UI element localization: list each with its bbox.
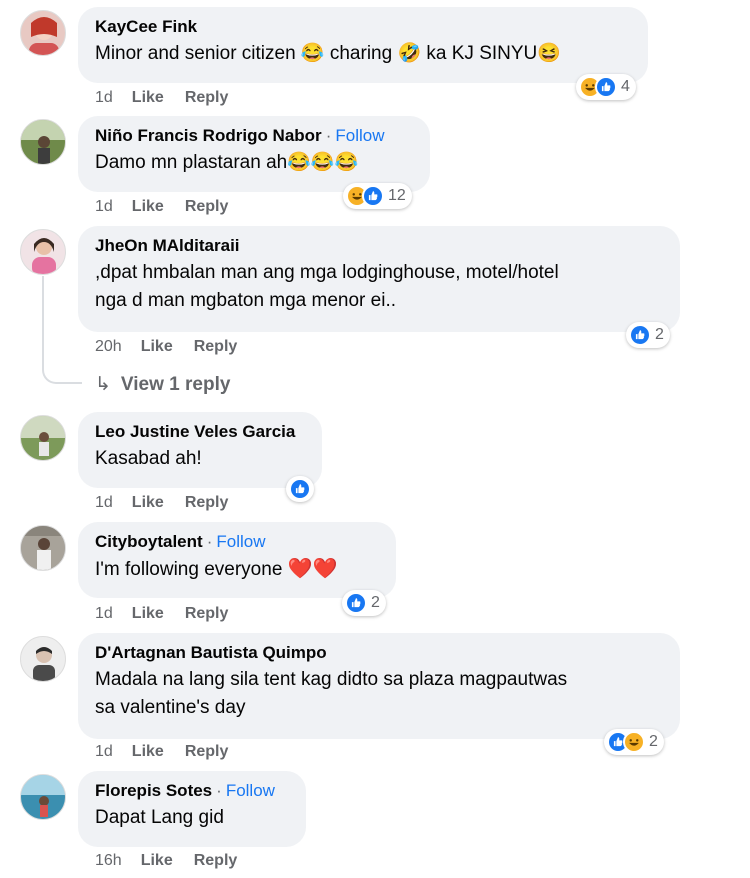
like-button[interactable]: Like bbox=[132, 494, 164, 511]
avatar[interactable] bbox=[20, 525, 66, 571]
reaction-summary[interactable]: 4 bbox=[576, 74, 636, 100]
comment-text: Dapat Lang gid bbox=[95, 807, 224, 828]
commenter-name[interactable]: Leo Justine Veles Garcia bbox=[95, 421, 305, 442]
follow-button[interactable]: Follow bbox=[226, 781, 275, 800]
comment-bubble: Niño Francis Rodrigo Nabor · Follow Damo m… bbox=[78, 116, 430, 192]
reply-button[interactable]: Reply bbox=[194, 852, 238, 869]
comment-time[interactable]: 16h bbox=[95, 852, 122, 869]
follow-button[interactable]: Follow bbox=[335, 126, 384, 145]
comment-text-line-1: Madala na lang sila tent kag didto sa pl… bbox=[95, 669, 568, 690]
reaction-count: 4 bbox=[621, 78, 630, 95]
reaction-count: 12 bbox=[388, 187, 406, 204]
view-replies-link[interactable]: ↳ View 1 reply bbox=[95, 373, 230, 396]
commenter-header: Niño Francis Rodrigo Nabor · Follow bbox=[95, 125, 413, 146]
comment-actions: 16h Like Reply bbox=[95, 852, 237, 870]
reaction-summary[interactable]: 12 bbox=[343, 183, 412, 209]
comment-text-line-2: sa valentine's day bbox=[95, 697, 246, 718]
comment-actions: 1d Like Reply bbox=[95, 605, 228, 623]
commenter-header: Florepis Sotes · Follow bbox=[95, 780, 289, 801]
avatar[interactable] bbox=[20, 774, 66, 820]
commenter-name[interactable]: Niño Francis Rodrigo Nabor bbox=[95, 126, 322, 145]
reply-button[interactable]: Reply bbox=[185, 198, 229, 215]
follow-button[interactable]: Follow bbox=[216, 532, 265, 551]
comment-actions: 1d Like Reply bbox=[95, 198, 228, 216]
comment-text: I'm following everyone ❤️❤️ bbox=[95, 555, 379, 584]
reply-arrow-icon: ↳ bbox=[95, 374, 111, 395]
commenter-name[interactable]: Cityboytalent bbox=[95, 532, 203, 551]
like-button[interactable]: Like bbox=[141, 852, 173, 869]
comment-bubble: D'Artagnan Bautista Quimpo Madala na lan… bbox=[78, 633, 680, 739]
reaction-summary[interactable]: 2 bbox=[342, 590, 386, 616]
like-icon bbox=[362, 185, 384, 207]
avatar[interactable] bbox=[20, 119, 66, 165]
like-button[interactable]: Like bbox=[132, 743, 164, 760]
reply-button[interactable]: Reply bbox=[185, 743, 229, 760]
comment-time[interactable]: 1d bbox=[95, 605, 113, 622]
hearts-emoji: ❤️❤️ bbox=[287, 558, 338, 580]
reply-button[interactable]: Reply bbox=[185, 605, 229, 622]
avatar[interactable] bbox=[20, 229, 66, 275]
comment-actions: 20h Like Reply bbox=[95, 338, 237, 356]
comment-bubble: Leo Justine Veles Garcia Kasabad ah! bbox=[78, 412, 322, 488]
comment-actions: 1d Like Reply bbox=[95, 743, 228, 761]
avatar[interactable] bbox=[20, 636, 66, 682]
comment-time[interactable]: 1d bbox=[95, 198, 113, 215]
reply-button[interactable]: Reply bbox=[185, 494, 229, 511]
commenter-name[interactable]: JheOn MAlditaraii bbox=[95, 235, 663, 256]
reply-button[interactable]: Reply bbox=[194, 338, 238, 355]
comment-text-line-1: ,dpat hmbalan man ang mga lodginghouse, … bbox=[95, 262, 559, 283]
comment-time[interactable]: 20h bbox=[95, 338, 122, 355]
like-button[interactable]: Like bbox=[132, 198, 164, 215]
reply-thread-line bbox=[42, 276, 82, 384]
comment-text-line-2: nga d man mgbaton mga menor ei.. bbox=[95, 290, 397, 311]
comment-time[interactable]: 1d bbox=[95, 494, 113, 511]
reaction-count: 2 bbox=[371, 594, 380, 611]
comment-bubble: Cityboytalent · Follow I'm following every… bbox=[78, 522, 396, 598]
comment-text: Minor and senior citizen 😂 charing 🤣 ka … bbox=[95, 43, 561, 64]
reaction-count: 2 bbox=[649, 733, 658, 750]
comment-actions: 1d Like Reply bbox=[95, 89, 228, 107]
commenter-name[interactable]: D'Artagnan Bautista Quimpo bbox=[95, 642, 663, 663]
like-button[interactable]: Like bbox=[132, 605, 164, 622]
reply-button[interactable]: Reply bbox=[185, 89, 229, 106]
comment-text-body: I'm following everyone bbox=[95, 559, 288, 580]
comment-text: Kasabad ah! bbox=[95, 448, 202, 469]
avatar[interactable] bbox=[20, 10, 66, 56]
comment-actions: 1d Like Reply bbox=[95, 494, 228, 512]
comment-bubble: KayCee Fink Minor and senior citizen 😂 c… bbox=[78, 7, 648, 83]
like-icon bbox=[345, 592, 367, 614]
like-icon bbox=[595, 76, 617, 98]
haha-icon bbox=[623, 731, 645, 753]
commenter-name[interactable]: Florepis Sotes bbox=[95, 781, 212, 800]
comment-text: Damo mn plastaran ah😂😂😂 bbox=[95, 152, 359, 173]
commenter-header: Cityboytalent · Follow bbox=[95, 531, 379, 552]
comment-time[interactable]: 1d bbox=[95, 743, 113, 760]
reaction-summary[interactable] bbox=[286, 476, 314, 502]
reaction-summary[interactable]: 2 bbox=[626, 322, 670, 348]
like-icon bbox=[289, 478, 311, 500]
like-icon bbox=[629, 324, 651, 346]
comment-bubble: JheOn MAlditaraii ,dpat hmbalan man ang … bbox=[78, 226, 680, 332]
comment-time[interactable]: 1d bbox=[95, 89, 113, 106]
separator: · bbox=[325, 126, 332, 145]
reaction-count: 2 bbox=[655, 326, 664, 343]
view-replies-label: View 1 reply bbox=[120, 374, 231, 395]
commenter-name[interactable]: KayCee Fink bbox=[95, 16, 631, 37]
like-button[interactable]: Like bbox=[141, 338, 173, 355]
separator: · bbox=[206, 532, 213, 551]
separator: · bbox=[216, 781, 222, 800]
reaction-summary[interactable]: 2 bbox=[604, 729, 664, 755]
avatar[interactable] bbox=[20, 415, 66, 461]
comment-bubble: Florepis Sotes · Follow Dapat Lang gid bbox=[78, 771, 306, 847]
like-button[interactable]: Like bbox=[132, 89, 164, 106]
